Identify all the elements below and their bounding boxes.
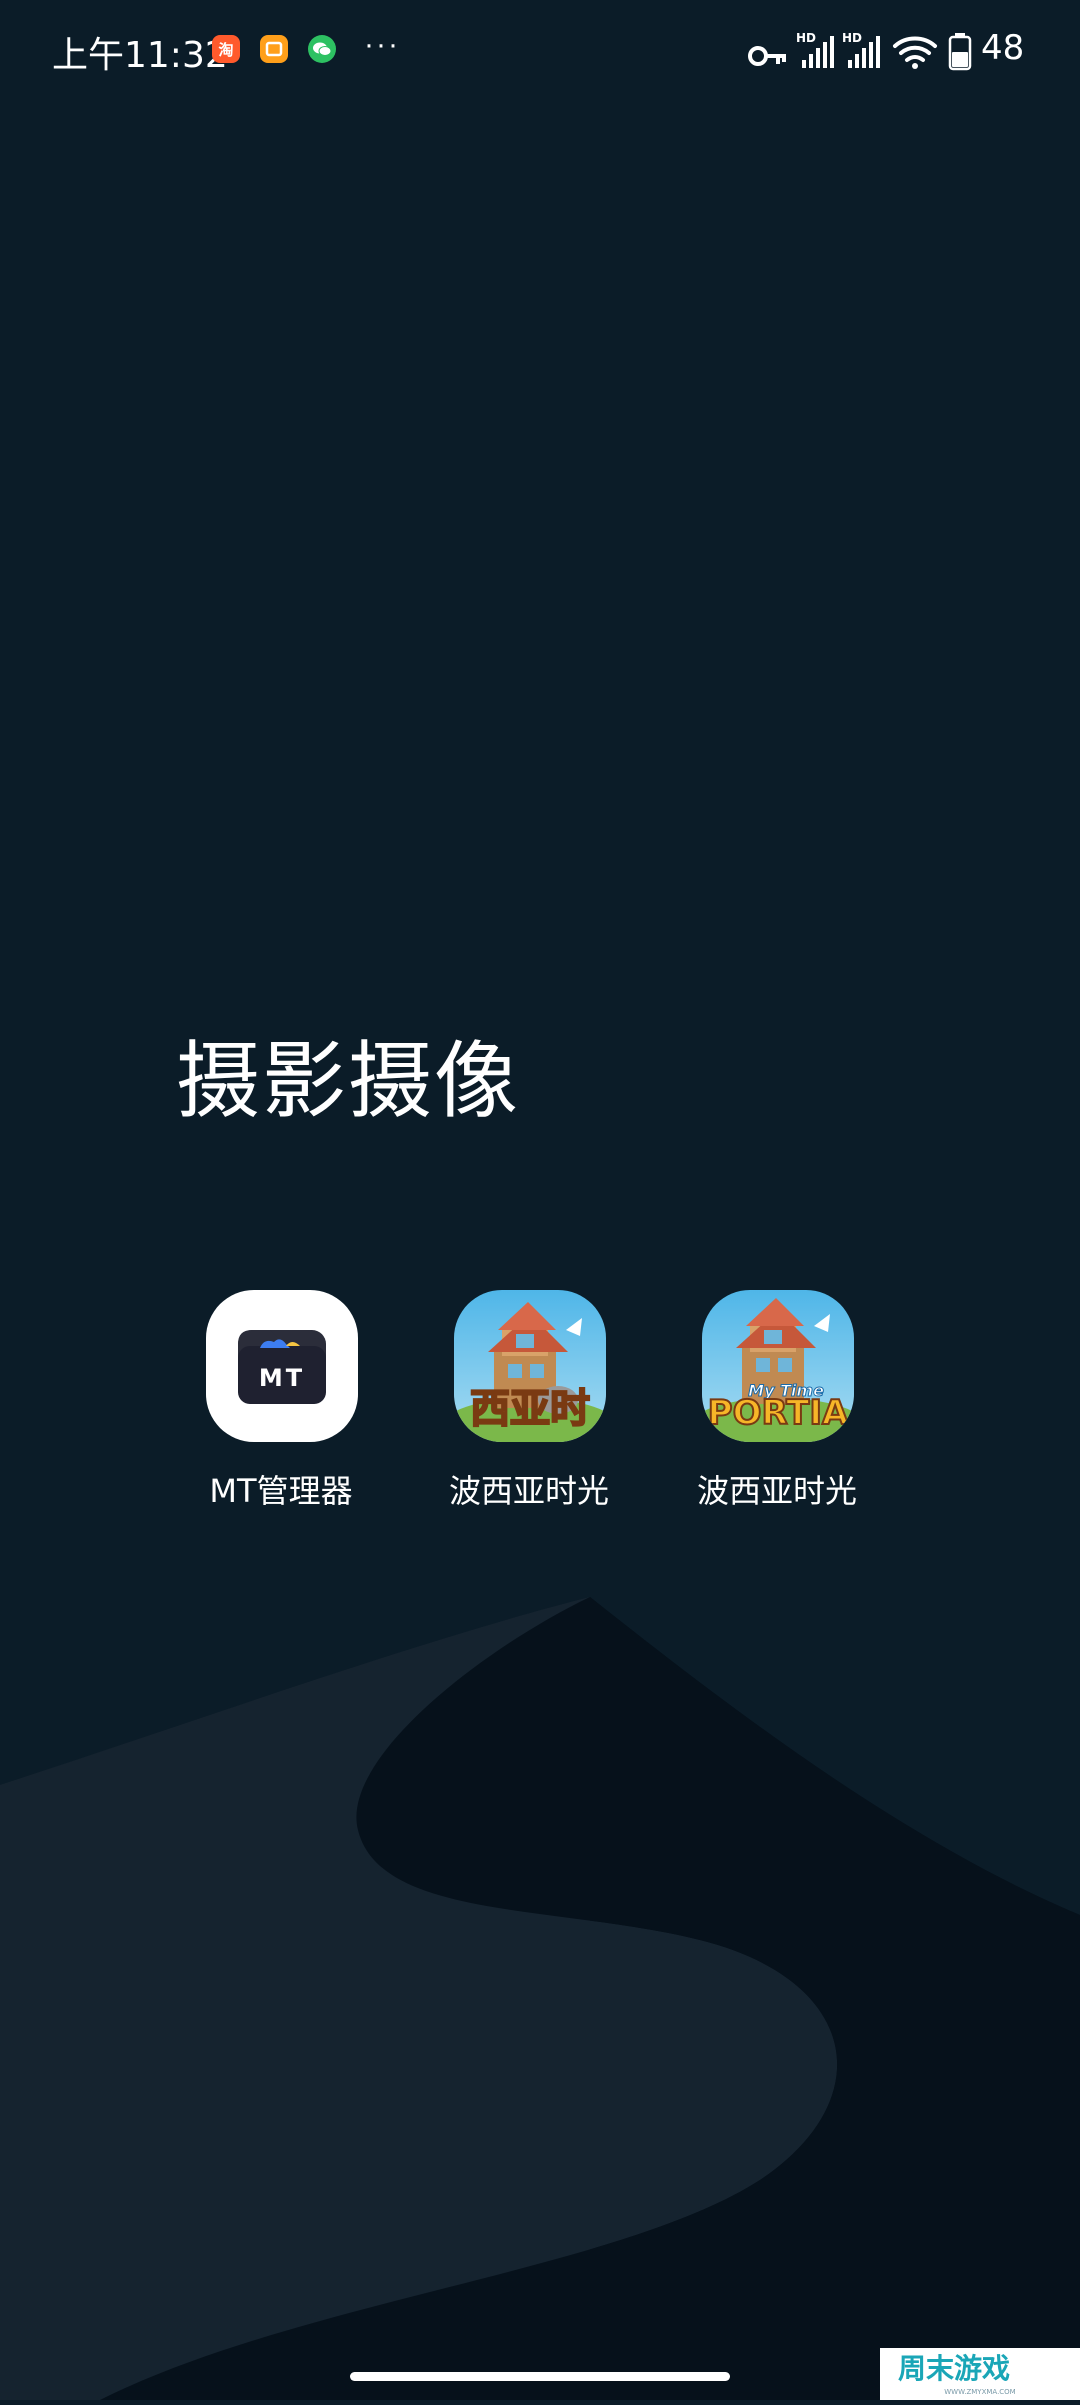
mt-icon-text: MT bbox=[259, 1364, 305, 1392]
app-label: 波西亚时光 bbox=[448, 1472, 609, 1510]
portia-cn-icon-text: 西亚时 bbox=[470, 1386, 590, 1432]
app-mt-manager[interactable]: MT MT管理器 bbox=[176, 1290, 386, 1520]
folder-title[interactable]: 摄影摄像 bbox=[176, 1014, 520, 1135]
home-indicator[interactable] bbox=[350, 2372, 730, 2381]
wallpaper-dunes bbox=[0, 0, 1080, 2400]
vpn-key-icon bbox=[748, 46, 786, 66]
more-notifications-icon: ··· bbox=[364, 28, 400, 61]
battery-level: 48 bbox=[981, 28, 1025, 68]
signal-1-icon: HD bbox=[796, 31, 834, 68]
mt-manager-icon: MT bbox=[206, 1290, 358, 1442]
status-time: 上午11:32 bbox=[52, 35, 228, 76]
my-time-at-portia-en-icon: My Time PORTIA bbox=[702, 1290, 854, 1442]
app-portia-en[interactable]: My Time PORTIA 波西亚时光 bbox=[672, 1290, 882, 1520]
battery-icon bbox=[948, 33, 972, 71]
orange-app-icon bbox=[260, 35, 288, 63]
signal-2-icon: HD bbox=[842, 31, 880, 68]
wechat-icon bbox=[308, 35, 336, 63]
taobao-icon: 淘 bbox=[212, 35, 240, 63]
app-label: 波西亚时光 bbox=[696, 1472, 857, 1510]
wifi-icon bbox=[893, 36, 937, 69]
watermark-subtext: WWW.ZMYXMA.COM bbox=[944, 2388, 1015, 2396]
app-label: MT管理器 bbox=[209, 1472, 353, 1510]
network-label-1: HD bbox=[796, 31, 816, 45]
status-bar: 上午11:32 淘 ··· HD HD 48 bbox=[0, 0, 1080, 100]
my-time-at-portia-cn-icon: 西亚时 bbox=[454, 1290, 606, 1442]
network-label-2: HD bbox=[842, 31, 862, 45]
app-portia-cn[interactable]: 西亚时 波西亚时光 bbox=[424, 1290, 634, 1520]
watermark-text: 周末游戏 bbox=[898, 2352, 1010, 2385]
portia-en-icon-text: PORTIA bbox=[708, 1393, 849, 1433]
site-watermark: 周末游戏 WWW.ZMYXMA.COM bbox=[880, 2348, 1080, 2400]
